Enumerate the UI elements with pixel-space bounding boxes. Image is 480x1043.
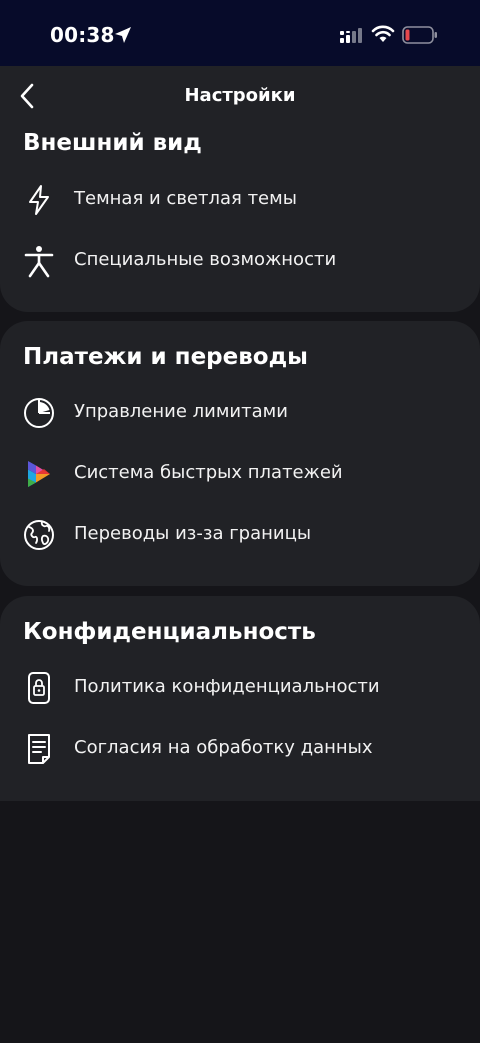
document-icon bbox=[28, 734, 50, 764]
wifi-icon bbox=[371, 25, 395, 42]
phone-lock-icon bbox=[28, 672, 50, 704]
cellular-signal-icon bbox=[340, 28, 362, 43]
row-label: Темная и светлая темы bbox=[74, 188, 297, 209]
appearance-section: Настройки Внешний вид Темная и светлая т… bbox=[0, 66, 480, 312]
row-label: Переводы из-за границы bbox=[74, 523, 312, 544]
row-sbp[interactable]: Система быстрых платежей bbox=[0, 445, 480, 501]
battery-icon bbox=[402, 26, 437, 44]
row-label: Управление лимитами bbox=[74, 401, 288, 422]
location-arrow-icon bbox=[115, 27, 131, 43]
row-abroad-transfers[interactable]: Переводы из-за границы bbox=[0, 506, 480, 562]
section-title-appearance: Внешний вид bbox=[23, 130, 202, 156]
accessibility-icon bbox=[24, 246, 54, 278]
lightning-icon bbox=[29, 185, 49, 215]
status-bar: 00:38 bbox=[0, 0, 480, 68]
pie-chart-icon bbox=[24, 398, 54, 428]
row-label: Специальные возможности bbox=[74, 249, 337, 270]
navigation-bar: Настройки bbox=[0, 66, 480, 126]
row-label: Политика конфиденциальности bbox=[74, 676, 380, 697]
payments-section: Платежи и переводы Управление лимитами С… bbox=[0, 321, 480, 586]
section-title-payments: Платежи и переводы bbox=[23, 344, 308, 370]
row-label: Согласия на обработку данных bbox=[74, 737, 373, 758]
row-theme[interactable]: Темная и светлая темы bbox=[0, 171, 480, 227]
page-title: Настройки bbox=[184, 85, 296, 106]
section-title-privacy: Конфиденциальность bbox=[23, 619, 316, 645]
row-label: Система быстрых платежей bbox=[74, 462, 343, 483]
privacy-section: Конфиденциальность Политика конфиденциал… bbox=[0, 596, 480, 801]
row-accessibility[interactable]: Специальные возможности bbox=[0, 232, 480, 288]
row-limits[interactable]: Управление лимитами bbox=[0, 384, 480, 440]
status-time: 00:38 bbox=[50, 23, 115, 47]
sbp-logo-icon bbox=[28, 461, 50, 487]
row-data-consent[interactable]: Согласия на обработку данных bbox=[0, 720, 480, 776]
row-privacy-policy[interactable]: Политика конфиденциальности bbox=[0, 659, 480, 715]
globe-icon bbox=[24, 520, 54, 550]
